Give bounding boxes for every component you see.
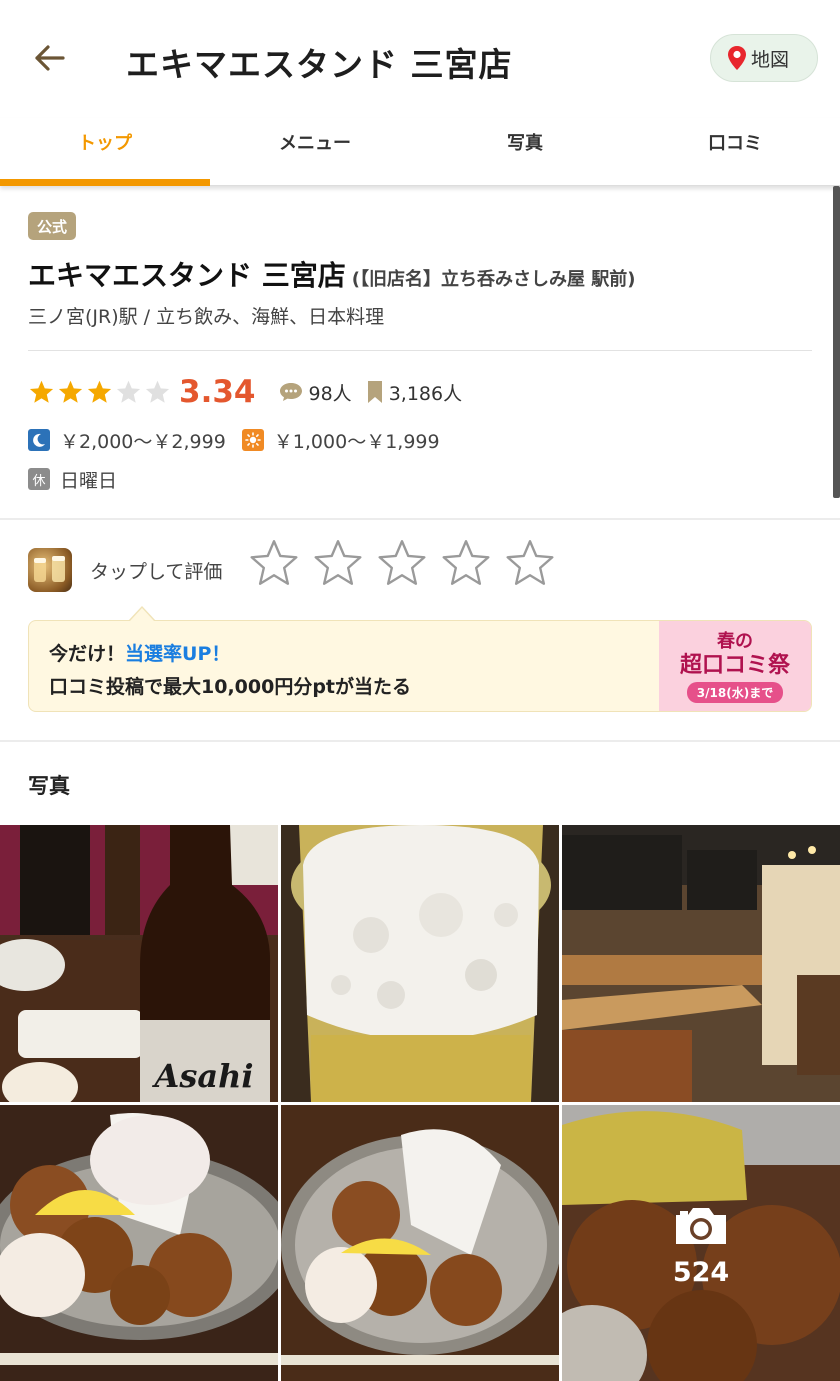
lunch-price: ￥1,000～￥1,999 [273, 430, 440, 453]
star-filled-icon [87, 380, 112, 403]
tab-photos[interactable]: 写真 [420, 118, 630, 185]
rate-stars [248, 538, 556, 590]
official-badge: 公式 [28, 212, 76, 240]
banner-line2: 口コミ投稿で最大10,000円分ptが当たる [49, 676, 412, 698]
photo-count-overlay[interactable]: 524 [670, 1205, 732, 1288]
interior-photo[interactable] [562, 825, 840, 1102]
banner-tail-fill [130, 608, 154, 621]
map-button[interactable]: 地図 [710, 34, 818, 82]
tab-reviews[interactable]: 口コミ [630, 118, 840, 185]
divider [28, 350, 812, 351]
section-separator [0, 518, 840, 520]
tab-menu[interactable]: メニュー [210, 118, 420, 185]
arrow-left-icon [35, 45, 65, 71]
section-separator [0, 740, 840, 742]
comment-icon [279, 383, 302, 401]
beer-bottle-photo[interactable]: Asahi [0, 825, 278, 1102]
photo-grid: Asahi [0, 825, 840, 1381]
map-button-label: 地図 [751, 48, 790, 71]
price-row: ￥2,000～￥2,999 ￥1,000～￥1,999 [28, 426, 440, 454]
svg-text:Asahi: Asahi [152, 1057, 254, 1095]
star-filled-icon [58, 380, 83, 403]
beer-glass-photo[interactable] [281, 825, 559, 1102]
rate-star-4-icon[interactable] [440, 538, 492, 590]
bookmark-icon [367, 381, 382, 403]
app-header: エキマエスタンド 三宮店 地図 [0, 0, 840, 118]
rate-star-1-icon[interactable] [248, 538, 300, 590]
shop-old-name: (【旧店名】立ち呑みさしみ屋 駅前) [351, 269, 636, 290]
review-count[interactable]: 98人 [278, 379, 352, 406]
tab-top[interactable]: トップ [0, 118, 210, 186]
page-title: エキマエスタンド 三宮店 [126, 45, 513, 84]
tap-to-rate-label: タップして評価 [90, 561, 223, 583]
karaage-photo-2[interactable] [281, 1105, 559, 1381]
dinner-price: ￥2,000～￥2,999 [60, 430, 226, 453]
sun-icon [241, 429, 264, 451]
back-button[interactable] [28, 36, 72, 80]
closed-icon: 休 [28, 468, 50, 490]
campaign-date: 3/18(水)まで [686, 682, 784, 703]
shop-genre: 三ノ宮(JR)駅 / 立ち飲み、海鮮、日本料理 [28, 306, 385, 328]
campaign-banner[interactable]: 今だけ！当選率UP！ 口コミ投稿で最大10,000円分ptが当たる 春の 超口コ… [28, 620, 812, 712]
save-count[interactable]: 3,186人 [366, 379, 462, 406]
rate-star-5-icon[interactable] [504, 538, 556, 590]
banner-line1: 今だけ！当選率UP！ [49, 639, 230, 666]
karaage-photo-1[interactable] [0, 1105, 278, 1381]
user-avatar [28, 548, 72, 592]
photo-count: 524 [672, 1257, 730, 1288]
moon-icon [28, 429, 50, 451]
campaign-line2: 超口コミ祭 [679, 653, 790, 678]
rating-stars [28, 379, 171, 406]
camera-icon [676, 1208, 726, 1244]
closed-day-row: 休 日曜日 [28, 466, 117, 492]
map-pin-icon [728, 46, 746, 70]
save-count-text: 3,186人 [388, 382, 463, 405]
scroll-indicator[interactable] [833, 186, 840, 498]
banner-highlight: 当選率UP！ [125, 643, 231, 665]
shop-name-text: エキマエスタンド 三宮店 [28, 259, 346, 292]
closed-day: 日曜日 [60, 469, 118, 492]
shop-name: エキマエスタンド 三宮店 (【旧店名】立ち呑みさしみ屋 駅前) [28, 254, 635, 294]
star-empty-icon [145, 380, 170, 403]
campaign-line1: 春の [717, 631, 753, 652]
rate-star-3-icon[interactable] [376, 538, 428, 590]
photos-section-title: 写真 [28, 774, 70, 798]
star-empty-icon [116, 380, 141, 403]
rating-score: 3.34 [179, 374, 256, 410]
tab-bar: トップ メニュー 写真 口コミ [0, 118, 840, 186]
banner-prefix: 今だけ！ [49, 643, 126, 665]
rate-star-2-icon[interactable] [312, 538, 364, 590]
star-filled-icon [29, 380, 54, 403]
campaign-badge: 春の 超口コミ祭 3/18(水)まで [659, 621, 811, 711]
review-count-text: 98人 [308, 382, 352, 405]
rating-row: 3.34 98人 3,186人 [28, 372, 476, 412]
